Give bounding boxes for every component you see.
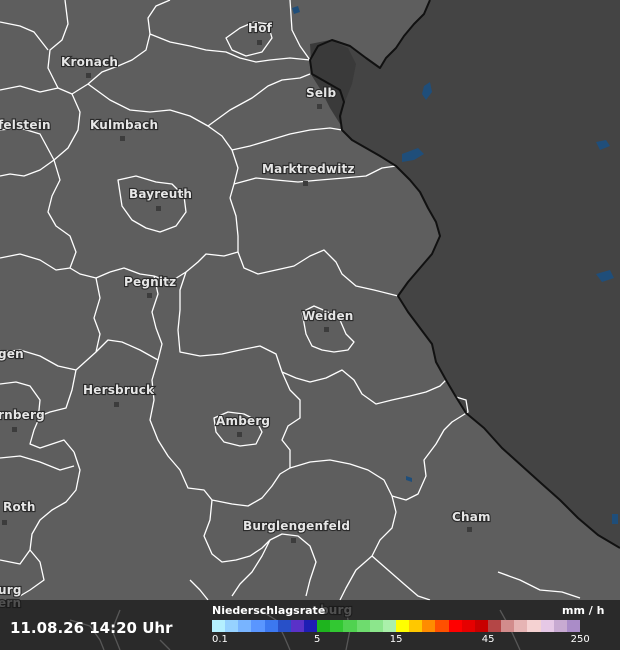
city-dot-weiden (324, 327, 329, 332)
scale-swatch (369, 620, 383, 632)
scale-swatch (474, 620, 488, 632)
city-dot-cham (467, 527, 472, 532)
scale-swatch (382, 620, 396, 632)
scale-swatch (409, 620, 423, 632)
city-label-lichtenfels: felstein (0, 118, 51, 132)
city-label-weiden: Weiden (302, 309, 354, 323)
city-label-erlangen: gen (0, 347, 24, 361)
city-label-amberg: Amberg (216, 414, 270, 428)
scale-swatch (212, 620, 226, 632)
map-viewport[interactable]: Hof Kronach Selb felstein Kulmbach Markt… (0, 0, 620, 650)
scale-swatch (277, 620, 291, 632)
scale-swatch (461, 620, 475, 632)
scale-swatch (566, 620, 580, 632)
scale-swatch (238, 620, 252, 632)
precipitation-color-scale (212, 620, 580, 632)
city-dot-bayreuth (156, 206, 161, 211)
scale-swatch (343, 620, 357, 632)
legend-bar: 11.08.26 14:20 Uhr Niederschlagsrate mm … (0, 600, 620, 650)
city-label-marktredwitz: Marktredwitz (262, 162, 355, 176)
scale-swatch (514, 620, 528, 632)
scale-swatch (422, 620, 436, 632)
city-dot-hersbruck (114, 402, 119, 407)
timestamp: 11.08.26 14:20 Uhr (10, 619, 173, 637)
scale-swatch (487, 620, 502, 632)
scale-swatch (501, 620, 515, 632)
scale-swatch (330, 620, 344, 632)
scale-swatch (356, 620, 370, 632)
city-dot-hof (257, 40, 262, 45)
city-dot-pegnitz (147, 293, 152, 298)
scale-swatch (225, 620, 239, 632)
city-label-kronach: Kronach (61, 55, 118, 69)
scale-tick-label: 250 (570, 634, 590, 645)
city-dot-kronach (86, 73, 91, 78)
scale-tick-label: 0.1 (212, 634, 228, 645)
scale-swatch (553, 620, 567, 632)
scale-swatch (448, 620, 462, 632)
precipitation-map[interactable]: Hof Kronach Selb felstein Kulmbach Markt… (0, 0, 620, 650)
city-label-partial-bottom-left: urg (0, 583, 22, 597)
city-dot-amberg (237, 432, 242, 437)
scale-swatch (395, 620, 410, 632)
scale-tick-label: 15 (389, 634, 403, 645)
scale-swatch (303, 620, 318, 632)
scale-swatch (435, 620, 449, 632)
city-dot-kulmbach (120, 136, 125, 141)
scale-swatch (290, 620, 304, 632)
city-dot-nuernberg (12, 427, 17, 432)
city-label-kulmbach: Kulmbach (90, 118, 158, 132)
city-label-cham: Cham (452, 510, 491, 524)
legend-title: Niederschlagsrate (212, 604, 326, 617)
city-label-burglengenfeld: Burglengenfeld (243, 519, 350, 533)
city-label-selb: Selb (306, 86, 336, 100)
city-label-pegnitz: Pegnitz (124, 275, 176, 289)
scale-tick-label: 45 (481, 634, 495, 645)
scale-swatch (251, 620, 265, 632)
city-label-roth: Roth (3, 500, 36, 514)
scale-swatch (317, 620, 331, 632)
scale-swatch (540, 620, 554, 632)
city-label-hersbruck: Hersbruck (83, 383, 155, 397)
city-dot-selb (317, 104, 322, 109)
city-dot-roth (2, 520, 7, 525)
city-label-hof: Hof (248, 21, 273, 35)
city-dot-burglengenfeld (291, 538, 296, 543)
scale-swatch (264, 620, 278, 632)
city-dot-marktredwitz (303, 181, 308, 186)
scale-tick-label: 5 (314, 634, 321, 645)
legend-unit: mm / h (562, 604, 605, 617)
city-label-bayreuth: Bayreuth (129, 187, 192, 201)
city-label-nuernberg: rnberg (0, 408, 45, 422)
scale-swatch (527, 620, 541, 632)
